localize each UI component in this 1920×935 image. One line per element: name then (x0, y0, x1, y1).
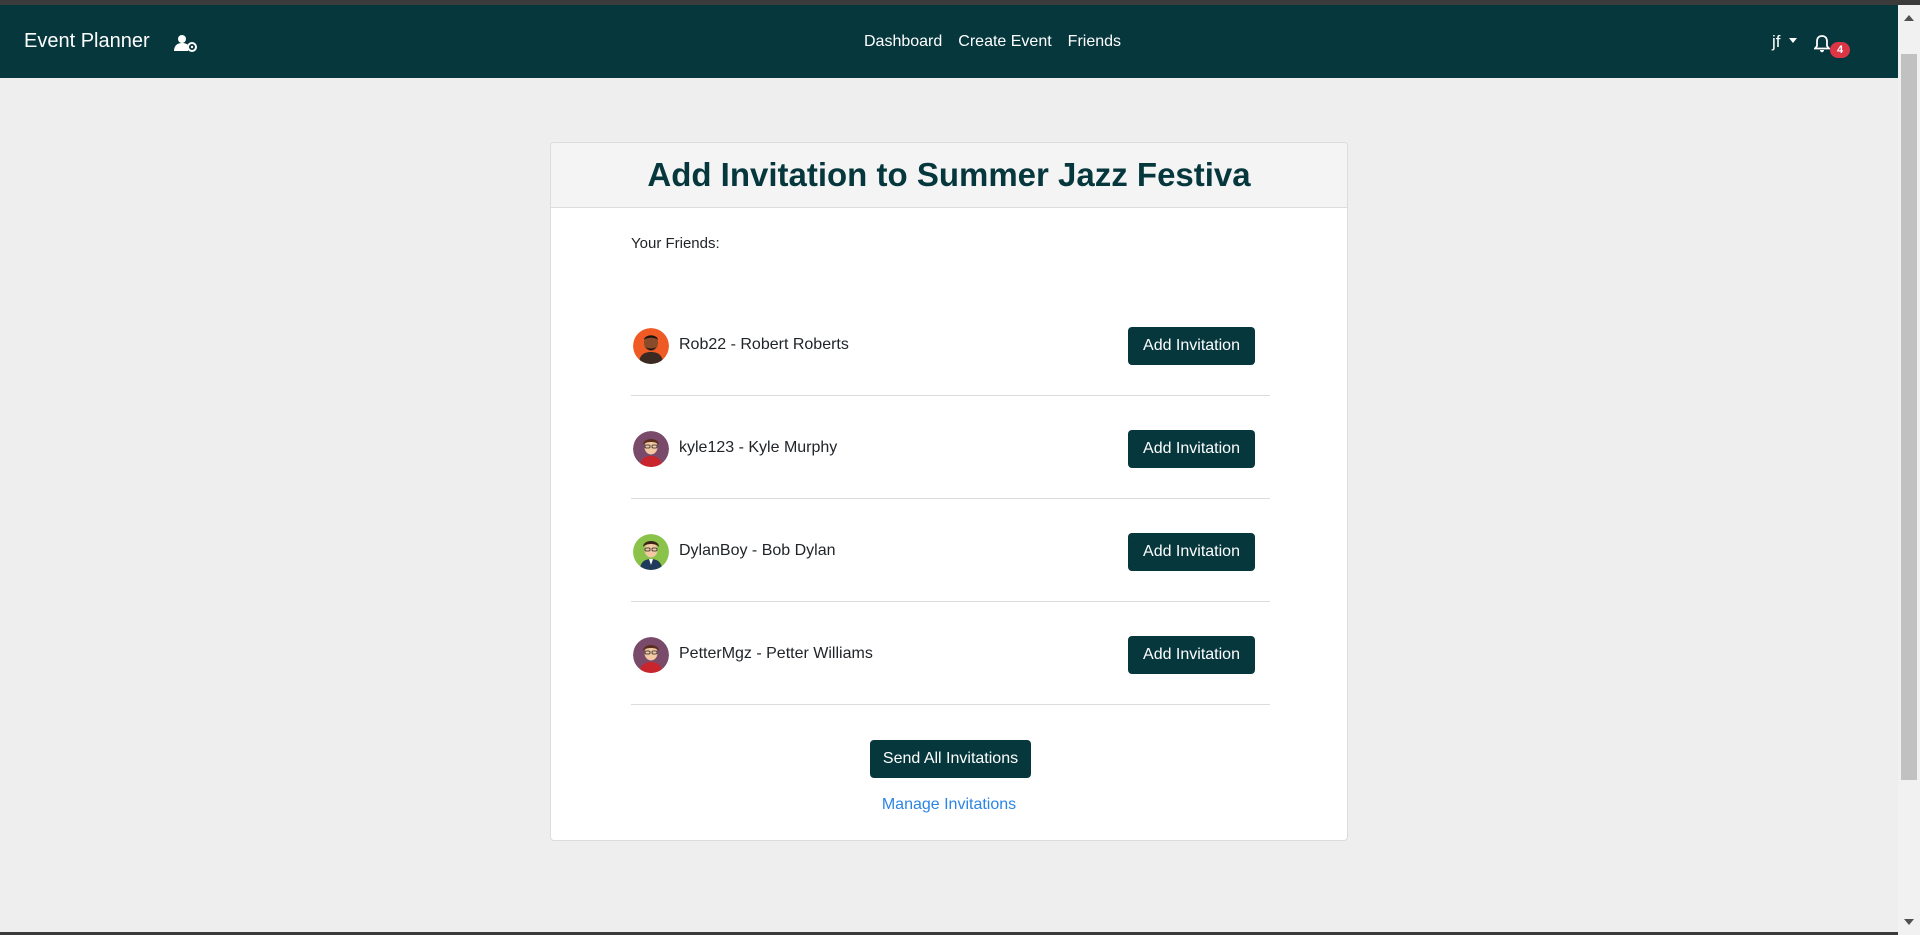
vertical-scrollbar[interactable] (1898, 5, 1920, 935)
friend-name: DylanBoy - Bob Dylan (679, 542, 836, 559)
friend-name: kyle123 - Kyle Murphy (679, 439, 838, 456)
nav-friends[interactable]: Friends (1068, 33, 1121, 51)
page-title: Add Invitation to Summer Jazz Festiva (551, 143, 1347, 208)
nav-create-event[interactable]: Create Event (958, 33, 1051, 51)
avatar-green-icon (633, 534, 669, 570)
avatar-orange-icon (633, 328, 669, 364)
friend-row: DylanBoy - Bob Dylan Add Invitation (631, 499, 1270, 602)
notification-badge: 4 (1830, 42, 1850, 58)
caret-down-icon (1788, 38, 1797, 43)
friend-row: PetterMgz - Petter Williams Add Invitati… (631, 602, 1270, 705)
add-invitation-button[interactable]: Add Invitation (1128, 430, 1255, 468)
scroll-down-arrow-icon[interactable] (1904, 919, 1914, 925)
avatar-purple-icon (633, 431, 669, 467)
scrollbar-thumb[interactable] (1901, 54, 1917, 780)
nav-dashboard[interactable]: Dashboard (864, 33, 942, 51)
add-invitation-button[interactable]: Add Invitation (1128, 327, 1255, 365)
user-initials: jf (1772, 31, 1781, 51)
user-settings-icon[interactable] (174, 34, 198, 52)
bell-icon[interactable] (1813, 35, 1831, 53)
scroll-up-arrow-icon[interactable] (1904, 15, 1914, 21)
avatar-purple-icon (633, 637, 669, 673)
friends-label: Your Friends: (631, 235, 720, 252)
add-invitation-button[interactable]: Add Invitation (1128, 533, 1255, 571)
main-nav: Dashboard Create Event Friends (864, 5, 1121, 78)
send-all-invitations-button[interactable]: Send All Invitations (870, 740, 1031, 778)
friend-row: kyle123 - Kyle Murphy Add Invitation (631, 396, 1270, 499)
navbar: Event Planner Dashboard Create Event Fri… (0, 5, 1898, 78)
invitation-card: Add Invitation to Summer Jazz Festiva Yo… (550, 142, 1348, 841)
friend-row: Rob22 - Robert Roberts Add Invitation (631, 293, 1270, 396)
manage-invitations-link[interactable]: Manage Invitations (551, 796, 1347, 814)
friend-name: PetterMgz - Petter Williams (679, 645, 873, 662)
friend-name: Rob22 - Robert Roberts (679, 336, 849, 353)
user-menu-dropdown[interactable]: jf (1772, 5, 1797, 78)
add-invitation-button[interactable]: Add Invitation (1128, 636, 1255, 674)
brand-title[interactable]: Event Planner (24, 5, 150, 78)
